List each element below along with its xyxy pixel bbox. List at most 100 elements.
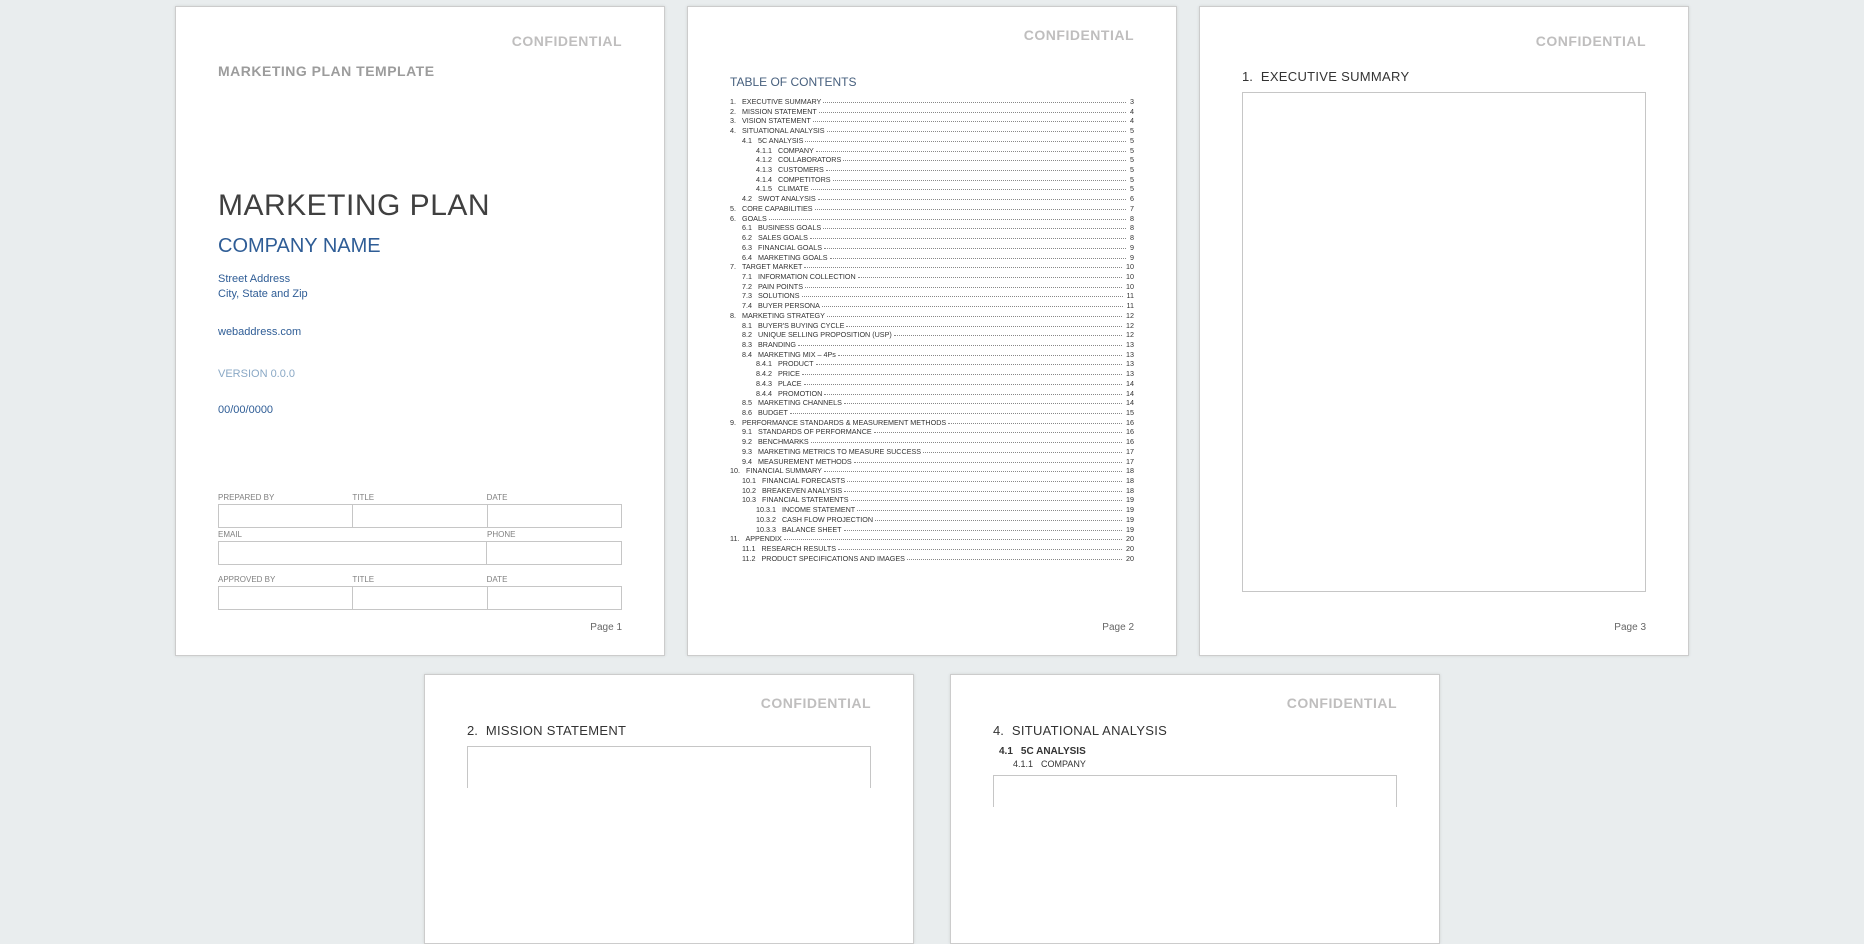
toc-page: 9	[1128, 243, 1134, 253]
toc-number: 8.4.3	[756, 379, 778, 389]
toc-entry[interactable]: 8.1BUYER'S BUYING CYCLE12	[730, 321, 1134, 331]
toc-entry[interactable]: 4.1.1COMPANY5	[730, 146, 1134, 156]
field-approved-by[interactable]	[218, 586, 353, 610]
field-prepared-by[interactable]	[218, 504, 353, 528]
toc-entry[interactable]: 9.3MARKETING METRICS TO MEASURE SUCCESS1…	[730, 447, 1134, 457]
field-email[interactable]	[218, 541, 487, 565]
toc-entry[interactable]: 8.6BUDGET15	[730, 408, 1134, 418]
toc-entry[interactable]: 10.3FINANCIAL STATEMENTS19	[730, 495, 1134, 505]
toc-leader	[923, 452, 1122, 453]
toc-entry[interactable]: 8.4.1PRODUCT13	[730, 359, 1134, 369]
toc-entry[interactable]: 10.1FINANCIAL FORECASTS18	[730, 476, 1134, 486]
toc-entry[interactable]: 11.2PRODUCT SPECIFICATIONS AND IMAGES20	[730, 554, 1134, 564]
toc-entry[interactable]: 6.2SALES GOALS8	[730, 233, 1134, 243]
toc-page: 18	[1124, 476, 1134, 486]
toc-entry[interactable]: 9.2BENCHMARKS16	[730, 437, 1134, 447]
toc-entry[interactable]: 5.CORE CAPABILITIES7	[730, 204, 1134, 214]
toc-entry[interactable]: 7.4BUYER PERSONA11	[730, 301, 1134, 311]
toc-page: 12	[1124, 321, 1134, 331]
toc-entry[interactable]: 7.2PAIN POINTS10	[730, 282, 1134, 292]
toc-number: 9.	[730, 418, 742, 428]
toc-entry[interactable]: 11.APPENDIX20	[730, 534, 1134, 544]
field-date-2[interactable]	[487, 586, 622, 610]
toc-entry[interactable]: 4.1.5CLIMATE5	[730, 184, 1134, 194]
section-heading: 2. MISSION STATEMENT	[467, 723, 871, 738]
toc-entry[interactable]: 8.4.3PLACE14	[730, 379, 1134, 389]
toc-entry[interactable]: 2.MISSION STATEMENT4	[730, 107, 1134, 117]
toc-page: 14	[1124, 379, 1134, 389]
toc-leader	[844, 403, 1122, 404]
toc-entry[interactable]: 7.TARGET MARKET10	[730, 262, 1134, 272]
toc-text: SOLUTIONS	[758, 291, 800, 301]
toc-number: 8.3	[742, 340, 758, 350]
toc-number: 6.3	[742, 243, 758, 253]
toc-text: APPENDIX	[745, 534, 781, 544]
toc-leader	[824, 248, 1126, 249]
toc-entry[interactable]: 8.3BRANDING13	[730, 340, 1134, 350]
toc-entry[interactable]: 8.4.2PRICE13	[730, 369, 1134, 379]
toc-entry[interactable]: 10.3.3BALANCE SHEET19	[730, 525, 1134, 535]
toc-page: 9	[1128, 253, 1134, 263]
toc-entry[interactable]: 6.3FINANCIAL GOALS9	[730, 243, 1134, 253]
toc-entry[interactable]: 10.FINANCIAL SUMMARY18	[730, 466, 1134, 476]
toc-page: 17	[1124, 447, 1134, 457]
toc-entry[interactable]: 4.1.4COMPETITORS5	[730, 175, 1134, 185]
subsubsection-heading: 4.1.1 COMPANY	[1013, 759, 1397, 769]
toc-entry[interactable]: 6.GOALS8	[730, 214, 1134, 224]
toc-entry[interactable]: 10.3.1INCOME STATEMENT19	[730, 505, 1134, 515]
toc-leader	[823, 228, 1126, 229]
toc-entry[interactable]: 7.1INFORMATION COLLECTION10	[730, 272, 1134, 282]
toc-page: 16	[1124, 437, 1134, 447]
toc-entry[interactable]: 4.SITUATIONAL ANALYSIS5	[730, 126, 1134, 136]
toc-entry[interactable]: 4.1.2COLLABORATORS5	[730, 155, 1134, 165]
toc-number: 4.2	[742, 194, 758, 204]
toc-leader	[844, 530, 1123, 531]
toc-entry[interactable]: 3.VISION STATEMENT4	[730, 116, 1134, 126]
toc-entry[interactable]: 4.1.3CUSTOMERS5	[730, 165, 1134, 175]
toc-page: 5	[1128, 126, 1134, 136]
toc-text: BUYER PERSONA	[758, 301, 820, 311]
toc-number: 7.3	[742, 291, 758, 301]
toc-entry[interactable]: 8.4MARKETING MIX – 4Ps13	[730, 350, 1134, 360]
field-title-2[interactable]	[352, 586, 487, 610]
content-box[interactable]	[467, 746, 871, 788]
toc-entry[interactable]: 10.2BREAKEVEN ANALYSIS18	[730, 486, 1134, 496]
toc-entry[interactable]: 10.3.2CASH FLOW PROJECTION19	[730, 515, 1134, 525]
label-phone: PHONE	[487, 528, 622, 541]
page-4: CONFIDENTIAL 2. MISSION STATEMENT	[424, 674, 914, 944]
toc-page: 19	[1124, 505, 1134, 515]
toc-entry[interactable]: 9.4MEASUREMENT METHODS17	[730, 457, 1134, 467]
toc-number: 8.4.4	[756, 389, 778, 399]
page-5: CONFIDENTIAL 4. SITUATIONAL ANALYSIS 4.1…	[950, 674, 1440, 944]
toc-number: 4.	[730, 126, 742, 136]
toc-entry[interactable]: 11.1RESEARCH RESULTS20	[730, 544, 1134, 554]
toc-entry[interactable]: 4.2SWOT ANALYSIS6	[730, 194, 1134, 204]
field-title[interactable]	[352, 504, 487, 528]
toc-entry[interactable]: 1.EXECUTIVE SUMMARY3	[730, 97, 1134, 107]
field-phone[interactable]	[486, 541, 622, 565]
toc-entry[interactable]: 8.4.4PROMOTION14	[730, 389, 1134, 399]
toc-leader	[948, 423, 1122, 424]
toc-leader	[805, 141, 1126, 142]
toc-leader	[811, 442, 1122, 443]
toc-leader	[847, 481, 1122, 482]
field-date[interactable]	[487, 504, 622, 528]
toc-entry[interactable]: 9.PERFORMANCE STANDARDS & MEASUREMENT ME…	[730, 418, 1134, 428]
toc-page: 14	[1124, 398, 1134, 408]
toc-entry[interactable]: 7.3SOLUTIONS11	[730, 291, 1134, 301]
toc-entry[interactable]: 8.5MARKETING CHANNELS14	[730, 398, 1134, 408]
toc-entry[interactable]: 8.MARKETING STRATEGY12	[730, 311, 1134, 321]
toc-text: SWOT ANALYSIS	[758, 194, 816, 204]
content-box[interactable]	[1242, 92, 1646, 592]
toc-entry[interactable]: 6.1BUSINESS GOALS8	[730, 223, 1134, 233]
toc-number: 4.1.4	[756, 175, 778, 185]
toc-text: TARGET MARKET	[742, 262, 802, 272]
toc-page: 10	[1124, 272, 1134, 282]
content-box[interactable]	[993, 775, 1397, 807]
toc-entry[interactable]: 4.15C ANALYSIS5	[730, 136, 1134, 146]
toc-page: 5	[1128, 184, 1134, 194]
toc-entry[interactable]: 6.4MARKETING GOALS9	[730, 253, 1134, 263]
toc-entry[interactable]: 8.2UNIQUE SELLING PROPOSITION (USP)12	[730, 330, 1134, 340]
toc-entry[interactable]: 9.1STANDARDS OF PERFORMANCE16	[730, 427, 1134, 437]
toc-page: 11	[1125, 301, 1134, 311]
